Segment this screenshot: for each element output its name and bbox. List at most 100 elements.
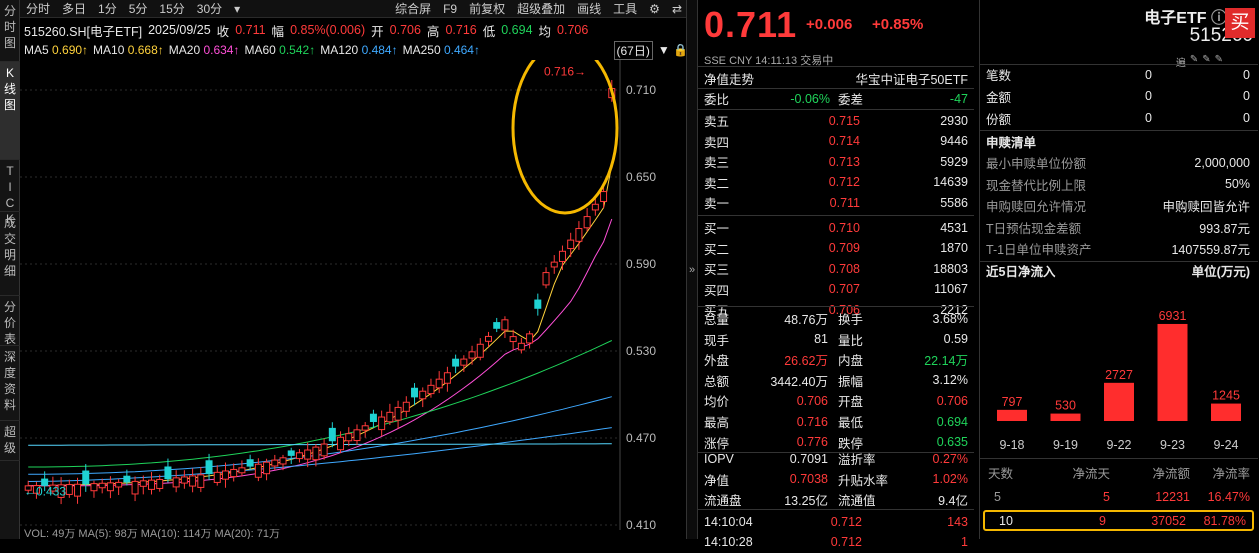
tool-4[interactable]: 画线	[571, 0, 607, 17]
ma20-line	[28, 219, 612, 486]
high-marker: 0.716→	[544, 64, 586, 78]
period-0[interactable]: 分时	[20, 0, 56, 17]
tool-5[interactable]: 工具	[607, 0, 643, 17]
candle-body	[75, 484, 81, 496]
creation-row: 最小申赎单位份额 2,000,000	[980, 152, 1256, 173]
quote-panel: 0.711 +0.006 +0.85% SSE CNY 14:11:13 交易中…	[698, 0, 978, 539]
candle-body	[518, 343, 524, 350]
creation-row: 现金替代比例上限 50%	[980, 174, 1256, 195]
trade-date: 2025/09/25	[148, 23, 211, 37]
nav-row: 净值走势 华宝中证电子50ETF	[698, 68, 974, 89]
inflow-bar-label: 2727	[1105, 368, 1133, 382]
candle-body	[321, 444, 327, 456]
candle-body	[395, 407, 401, 420]
candle-body	[527, 334, 533, 343]
left-tab-2[interactable]: TICK	[0, 160, 20, 212]
candle-body	[338, 437, 344, 449]
candle-body	[420, 391, 426, 399]
amp-value: 0.85%(0.006)	[290, 23, 365, 37]
creation-row: T日预估现金差额 993.87元	[980, 217, 1256, 238]
price-tick: 0.590	[626, 257, 656, 271]
bid-row: 买二 0.709 1870	[698, 238, 974, 259]
left-tab-3[interactable]: 成交明细	[0, 212, 20, 296]
candle-body	[510, 337, 516, 342]
ask-row: 卖四 0.714 9446	[698, 131, 974, 152]
gear-icon[interactable]: ⚙	[643, 2, 666, 16]
low-value: 0.694	[501, 23, 532, 37]
inflow-date-label: 9-19	[1053, 438, 1078, 452]
candle-body	[403, 402, 409, 411]
left-tab-bar: 分时图K线图TICK成交明细分价表深度资料超级	[0, 0, 20, 539]
bid-row: 买四 0.707 11067	[698, 279, 974, 300]
candle-body	[173, 478, 179, 487]
candle-body	[206, 461, 212, 474]
period-2[interactable]: 1分	[92, 0, 123, 17]
buy-button[interactable]: 买	[1225, 8, 1255, 38]
inflow-bar	[1051, 414, 1081, 421]
candle-body	[124, 476, 130, 482]
ma120-line	[28, 397, 612, 475]
close-value: 0.711	[235, 23, 265, 37]
ma-item-3: MA60 0.542↑	[244, 43, 315, 57]
open-value: 0.706	[390, 23, 421, 37]
candle-body	[190, 476, 196, 486]
tool-0[interactable]: 综合屏	[389, 0, 437, 17]
creation-row: T-1日单位申赎资产 1407559.87元	[980, 238, 1256, 259]
ma-item-0: MA5 0.690↑	[24, 43, 88, 57]
candle-body	[601, 192, 607, 202]
left-tab-0[interactable]: 分时图	[0, 0, 20, 62]
candle-body	[551, 262, 557, 267]
candle-body	[181, 477, 187, 483]
tick-row: 14:10:28 0.712 1	[698, 532, 974, 553]
inflow-bar	[1104, 383, 1134, 421]
candle-body	[379, 417, 385, 430]
collapse-icon[interactable]: ▼ 🔒	[658, 43, 688, 57]
candle-body	[453, 359, 459, 366]
candle-body	[272, 460, 278, 466]
candle-body	[346, 434, 352, 441]
candle-body	[222, 471, 228, 479]
ma-legend: MA5 0.690↑ MA10 0.668↑ MA20 0.634↑ MA60 0.5…	[20, 41, 688, 59]
ask-row: 卖一 0.711 5586	[698, 192, 974, 213]
tool-1[interactable]: F9	[437, 2, 463, 16]
panel-toggle[interactable]: »	[686, 0, 698, 539]
etf-info-panel: 电子ETF ⓘ 515260 买 797 9-18 530 9-19 2727 9-22 6…	[979, 0, 1259, 539]
avg-value: 0.706	[557, 23, 588, 37]
switch-icon[interactable]: ⇄	[666, 2, 688, 16]
low-marker: ←0.433	[24, 485, 66, 499]
stat-row: 现手 81 量比 0.59	[698, 329, 974, 350]
candle-body	[116, 482, 122, 487]
period-5[interactable]: 30分	[191, 0, 228, 17]
tool-3[interactable]: 超级叠加	[511, 0, 571, 17]
candle-body	[568, 240, 574, 248]
inflow-date-label: 9-22	[1106, 438, 1131, 452]
candle-body	[436, 379, 442, 388]
candle-body	[214, 472, 220, 482]
ma-item-4: MA120 0.484↑	[320, 43, 397, 57]
net-inflow-chart: 7979-185309-1927279-2269319-2312459-24	[980, 305, 1258, 455]
candle-body	[198, 475, 204, 488]
period-3[interactable]: 5分	[123, 0, 154, 17]
candle-body	[91, 484, 97, 491]
left-tab-4[interactable]: 分价表	[0, 296, 20, 346]
candle-body	[477, 344, 483, 357]
candle-body	[140, 481, 146, 486]
candle-body	[592, 204, 598, 210]
candle-body	[149, 480, 155, 489]
ma60-line	[28, 341, 612, 468]
period-1[interactable]: 多日	[56, 0, 92, 17]
price-tick: 0.710	[626, 83, 656, 97]
left-tab-5[interactable]: 深度资料	[0, 346, 20, 421]
iopv-row: IOPV 0.7091 溢折率 0.27%	[698, 448, 974, 469]
tool-2[interactable]: 前复权	[463, 0, 511, 17]
flow-row: 5 5 12231 16.47%	[980, 486, 1256, 507]
stat-row: 外盘 26.62万 内盘 22.14万	[698, 349, 974, 370]
period-dropdown-icon[interactable]: ▾	[228, 2, 246, 16]
period-4[interactable]: 15分	[153, 0, 190, 17]
candle-body	[280, 458, 286, 464]
candle-body	[255, 464, 261, 477]
candle-body	[535, 300, 541, 308]
left-tab-1[interactable]: K线图	[0, 62, 20, 160]
left-tab-6[interactable]: 超级	[0, 421, 20, 461]
kline-chart[interactable]: 0.7100.6500.5900.5300.4700.4100.716→←0.4…	[20, 60, 685, 530]
